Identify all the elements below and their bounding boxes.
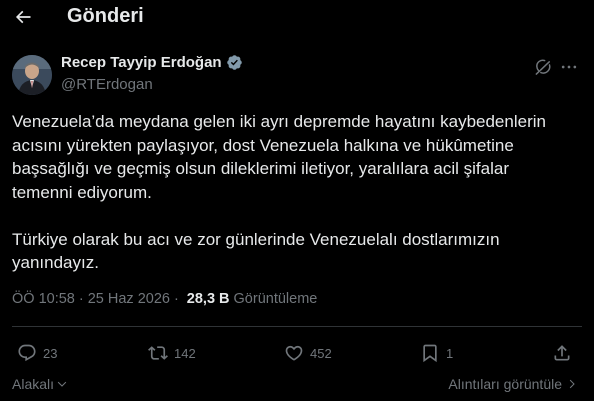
view-quotes-label: Alıntıları görüntüle [448, 376, 562, 392]
tweet-paragraph: Venezuela’da meydana gelen iki ayrı depr… [12, 112, 546, 202]
repost-button[interactable]: 142 [148, 343, 196, 363]
verified-badge-icon[interactable] [226, 54, 243, 71]
bookmark-button[interactable]: 1 [420, 343, 453, 363]
grok-icon[interactable] [533, 57, 553, 77]
tweet-meta: ÖÖ 10:58 · 25 Haz 2026 · 28,3 B Görüntül… [12, 291, 317, 307]
heart-icon [285, 345, 303, 361]
chevron-right-icon [569, 379, 575, 389]
avatar[interactable] [12, 55, 52, 95]
views-count: 28,3 B [186, 291, 230, 307]
views-label: Görüntüleme [233, 291, 318, 307]
arrow-left-icon [15, 10, 31, 24]
view-quotes-link[interactable]: Alıntıları görüntüle [448, 376, 578, 392]
chevron-down-icon [57, 381, 67, 387]
action-bar: 23 142 452 1 [0, 336, 594, 372]
author-handle[interactable]: @RTErdogan [61, 76, 153, 93]
bookmark-count: 1 [446, 345, 454, 361]
name-row: Recep Tayyip Erdoğan [61, 54, 243, 71]
tweet-footer: Alakalı Alıntıları görüntüle [12, 376, 582, 396]
avatar-image [12, 55, 52, 95]
top-bar: Gönderi [0, 0, 594, 36]
more-options-icon[interactable] [559, 57, 579, 77]
share-icon [554, 345, 570, 361]
reply-button[interactable]: 23 [17, 343, 57, 363]
divider [12, 326, 582, 327]
related-dropdown[interactable]: Alakalı [12, 376, 68, 392]
separator-dot: · [173, 291, 179, 307]
bookmark-icon [423, 344, 437, 363]
reply-count: 23 [43, 345, 58, 361]
reply-icon [18, 344, 36, 362]
repost-icon [148, 346, 168, 360]
related-label: Alakalı [12, 376, 55, 392]
tweet-date[interactable]: 25 Haz 2026 [88, 291, 170, 307]
page-title: Gönderi [67, 5, 144, 27]
share-button[interactable] [552, 343, 572, 363]
tweet-time[interactable]: ÖÖ 10:58 [12, 291, 75, 307]
back-button[interactable] [12, 6, 34, 28]
separator-dot: · [78, 291, 84, 307]
like-count: 452 [310, 345, 332, 361]
tweet-paragraph: Türkiye olarak bu acı ve zor günlerinde … [12, 229, 500, 273]
like-button[interactable]: 452 [284, 343, 332, 363]
repost-count: 142 [174, 345, 196, 361]
display-name[interactable]: Recep Tayyip Erdoğan [61, 54, 222, 71]
tweet-text: Venezuela’da meydana gelen iki ayrı depr… [12, 110, 582, 275]
tweet-author: Recep Tayyip Erdoğan @RTErdogan [12, 53, 582, 99]
